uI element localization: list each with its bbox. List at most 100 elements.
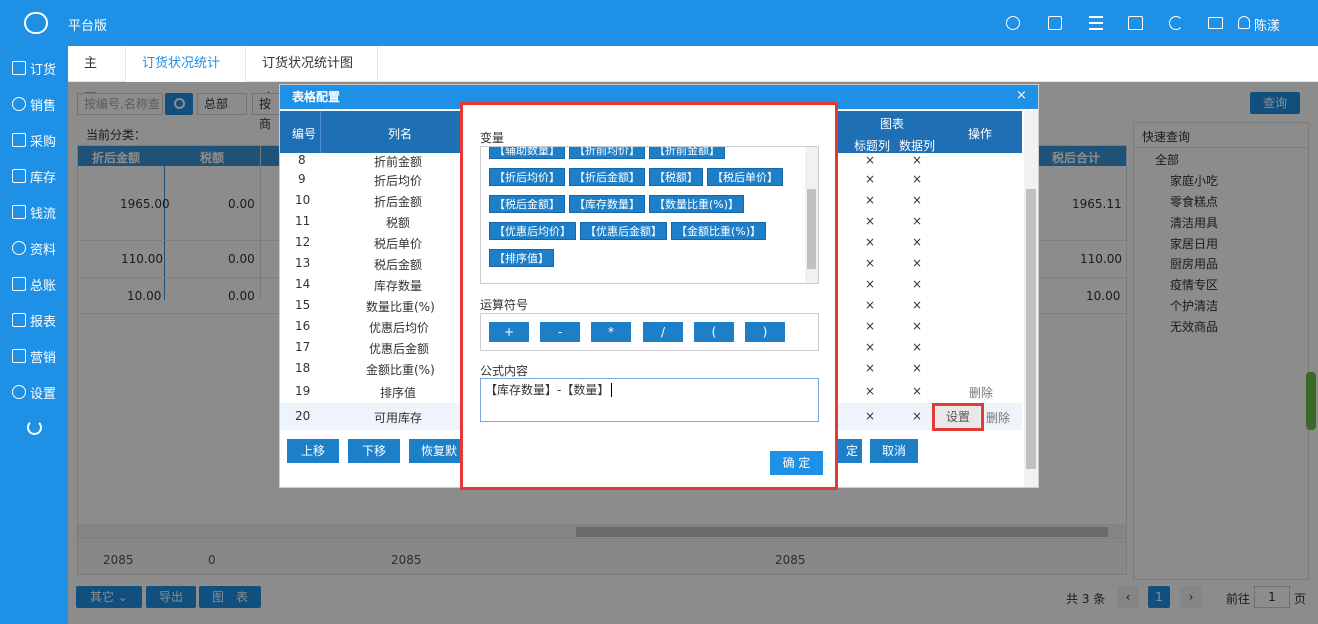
tab-home[interactable]: 主页 xyxy=(68,46,126,107)
variable-tag[interactable]: 【折前均价】 xyxy=(569,147,645,159)
x-mark[interactable]: × xyxy=(865,235,875,249)
sidebar-item-marketing[interactable]: 营销 xyxy=(0,338,68,374)
x-mark[interactable]: × xyxy=(912,409,922,423)
row-name: 库存数量 xyxy=(374,279,423,293)
sidebar-item-label: 库存 xyxy=(29,170,56,186)
variable-tag[interactable]: 【税额】 xyxy=(649,168,703,186)
move-down-button[interactable]: 下移 xyxy=(348,439,400,463)
row-no: 14 xyxy=(295,277,311,291)
refresh-icon[interactable] xyxy=(1169,16,1183,30)
bulb-icon[interactable] xyxy=(1006,16,1020,30)
power-icon[interactable] xyxy=(27,420,42,435)
sidebar-item-label: 总账 xyxy=(29,278,56,294)
col-name: 列名 xyxy=(388,127,413,141)
x-mark[interactable]: × xyxy=(912,361,922,375)
operator-multiply-button[interactable]: * xyxy=(591,322,631,342)
delete-link[interactable]: 删除 xyxy=(969,384,993,401)
tab-order-stats[interactable]: 订货状况统计 × xyxy=(126,46,246,107)
x-mark[interactable]: × xyxy=(912,153,922,167)
x-mark[interactable]: × xyxy=(865,361,875,375)
x-mark[interactable]: × xyxy=(865,298,875,312)
operators-box: + - * / ( ) xyxy=(480,313,819,351)
variable-tag[interactable]: 【库存数量】 xyxy=(569,195,645,213)
sidebar-item-cash[interactable]: 钱流 xyxy=(0,194,68,230)
x-mark[interactable]: × xyxy=(865,256,875,270)
variable-tag[interactable]: 【税后单价】 xyxy=(707,168,783,186)
variables-scrollbar[interactable] xyxy=(805,147,818,283)
x-mark[interactable]: × xyxy=(865,340,875,354)
sidebar-item-label: 订货 xyxy=(29,62,56,78)
x-mark[interactable]: × xyxy=(865,384,875,398)
x-mark[interactable]: × xyxy=(865,193,875,207)
x-mark[interactable]: × xyxy=(865,214,875,228)
variable-tag[interactable]: 【折后均价】 xyxy=(489,168,565,186)
delete-link[interactable]: 删除 xyxy=(986,409,1010,426)
x-mark[interactable]: × xyxy=(865,172,875,186)
x-mark[interactable]: × xyxy=(912,298,922,312)
cart-icon xyxy=(11,133,26,147)
wallet-icon xyxy=(11,205,26,219)
x-mark[interactable]: × xyxy=(912,340,922,354)
variable-tag[interactable]: 【辅助数量】 xyxy=(489,147,565,159)
formula-confirm-button[interactable]: 确 定 xyxy=(770,451,823,475)
settings-button[interactable]: 设置 xyxy=(936,406,980,428)
user-name[interactable]: 陈漾 xyxy=(1254,15,1280,34)
variable-tag[interactable]: 【优惠后均价】 xyxy=(489,222,576,240)
operator-lparen-button[interactable]: ( xyxy=(694,322,734,342)
sidebar-item-stock[interactable]: 库存 xyxy=(0,158,68,194)
formula-textarea[interactable]: 【库存数量】-【数量】 xyxy=(480,378,819,422)
col-chart: 图表 xyxy=(880,117,905,131)
sidebar-item-report[interactable]: 报表 xyxy=(0,302,68,338)
row-no: 19 xyxy=(295,384,311,398)
x-mark[interactable]: × xyxy=(865,319,875,333)
variable-tag[interactable]: 【折后金额】 xyxy=(569,168,645,186)
row-name: 金额比重(%) xyxy=(366,363,435,377)
x-mark[interactable]: × xyxy=(912,214,922,228)
variable-tag[interactable]: 【优惠后金额】 xyxy=(580,222,667,240)
operator-divide-button[interactable]: / xyxy=(643,322,683,342)
sidebar-item-label: 钱流 xyxy=(29,206,56,222)
row-name: 排序值 xyxy=(380,386,417,400)
confirm-button-partial[interactable]: 定 xyxy=(838,439,862,463)
sidebar-item-data[interactable]: 资料 xyxy=(0,230,68,266)
variable-tag[interactable]: 【金额比重(%)】 xyxy=(671,222,767,240)
x-mark[interactable]: × xyxy=(912,384,922,398)
operator-plus-button[interactable]: + xyxy=(489,322,529,342)
row-name: 优惠后金额 xyxy=(369,342,430,356)
x-mark[interactable]: × xyxy=(912,319,922,333)
x-mark[interactable]: × xyxy=(865,409,875,423)
sidebar-item-order[interactable]: 订货 xyxy=(0,50,68,86)
move-up-button[interactable]: 上移 xyxy=(287,439,339,463)
operator-rparen-button[interactable]: ) xyxy=(745,322,785,342)
tab-bar: 主页 订货状况统计 × 订货状况统计图表 xyxy=(68,46,1318,107)
x-mark[interactable]: × xyxy=(912,256,922,270)
x-mark[interactable]: × xyxy=(912,193,922,207)
sidebar-item-purchase[interactable]: 采购 xyxy=(0,122,68,158)
sidebar-item-settings[interactable]: 设置 xyxy=(0,374,68,410)
variable-tag[interactable]: 【折前金额】 xyxy=(649,147,725,159)
shirt-icon[interactable] xyxy=(1128,16,1143,30)
sidebar-item-ledger[interactable]: 总账 xyxy=(0,266,68,302)
menu-icon[interactable] xyxy=(1089,16,1103,30)
sidebar-item-sales[interactable]: 销售 xyxy=(0,86,68,122)
close-icon[interactable]: × xyxy=(1016,88,1027,103)
x-mark[interactable]: × xyxy=(865,153,875,167)
sidebar-item-label: 报表 xyxy=(29,314,56,330)
check-square-icon[interactable] xyxy=(1048,16,1062,30)
operator-minus-button[interactable]: - xyxy=(540,322,580,342)
x-mark[interactable]: × xyxy=(912,172,922,186)
mail-icon[interactable] xyxy=(1208,17,1223,29)
col-no: 编号 xyxy=(292,127,317,141)
cancel-button[interactable]: 取消 xyxy=(870,439,918,463)
x-mark[interactable]: × xyxy=(912,277,922,291)
variable-tag[interactable]: 【税后金额】 xyxy=(489,195,565,213)
col-data: 数据列 xyxy=(899,139,936,153)
variable-tag[interactable]: 【排序值】 xyxy=(489,249,554,267)
x-mark[interactable]: × xyxy=(912,235,922,249)
x-mark[interactable]: × xyxy=(865,277,875,291)
order-icon xyxy=(11,61,26,75)
dialog-scrollbar[interactable] xyxy=(1024,111,1038,487)
row-no: 18 xyxy=(295,361,311,375)
tab-order-stats-chart[interactable]: 订货状况统计图表 xyxy=(246,46,378,107)
variable-tag[interactable]: 【数量比重(%)】 xyxy=(649,195,745,213)
